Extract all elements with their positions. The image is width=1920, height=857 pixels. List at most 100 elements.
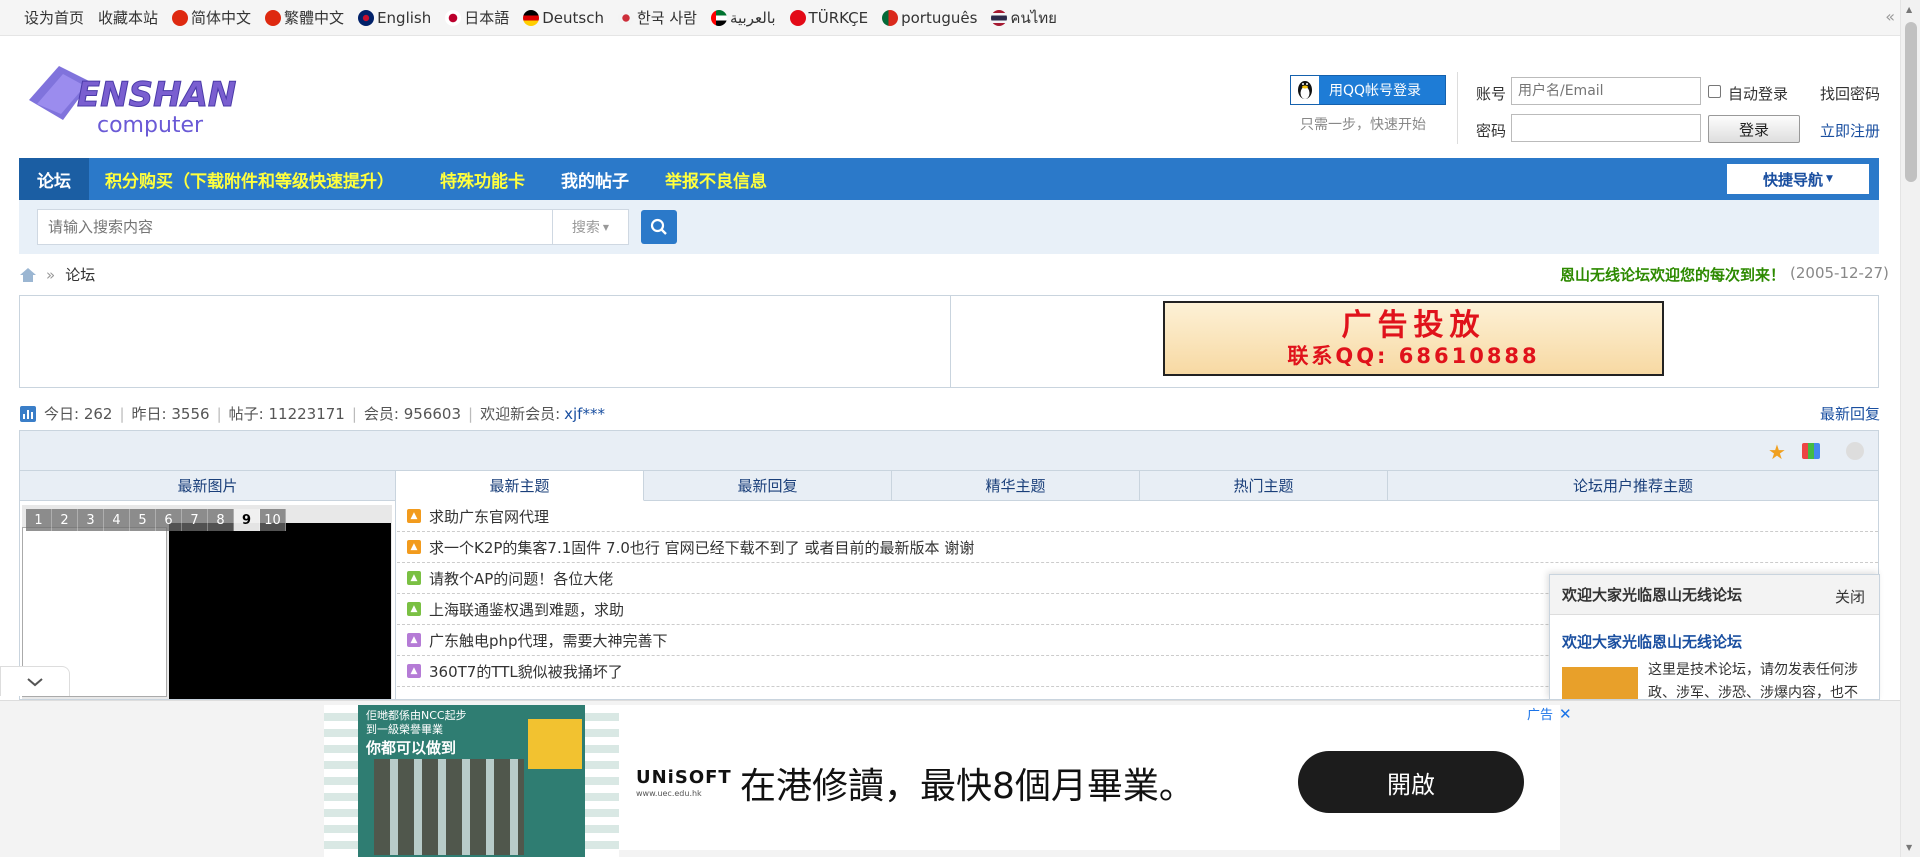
lang-zh-tw[interactable]: 繁體中文 [265,7,344,28]
site-logo[interactable]: ENSHAN computer [19,60,239,142]
ad-photo: 佢哋都係由NCC起步 到一級榮譽畢業 你都可以做到 [324,705,619,857]
stat-today: 262 [83,404,113,423]
ad-poster-people [374,759,524,855]
topic-icon: ▲ [407,602,421,616]
welcome-message: 恩山无线论坛欢迎您的每次到来！ [1560,266,1786,284]
lang-en[interactable]: English [358,9,431,27]
scroll-down-icon[interactable]: ▼ [1906,843,1912,852]
home-icon[interactable] [20,267,36,282]
latest-reply-link[interactable]: 最新回复 [1820,403,1880,424]
tab-latest-replies[interactable]: 最新回复 [644,471,892,501]
breadcrumb-current[interactable]: 论坛 [65,264,95,285]
nav-buy-points[interactable]: 积分购买（下载附件和等级快速提升） [89,158,412,200]
ad-open-button[interactable]: 開啟 [1298,751,1524,813]
auto-login-label: 自动登录 [1728,85,1789,103]
lang-de[interactable]: Deutsch [523,9,604,27]
topic-icon: ▲ [407,571,421,585]
lang-zh-cn[interactable]: 简体中文 [172,7,251,28]
stat-posts: 11223171 [268,404,345,423]
breadcrumb-separator: » [46,265,56,284]
notice-title-link[interactable]: 欢迎大家光临恩山无线论坛 [1562,631,1742,652]
search-input[interactable] [37,209,553,245]
qq-login-button[interactable]: 用QQ帐号登录 [1290,75,1446,105]
lang-ar[interactable]: بالعربية [710,9,776,27]
image-slide[interactable] [22,505,392,699]
notice-text: 这里是技术论坛，请勿发表任何涉政、涉军、涉恐、涉爆内容，也不 [1648,662,1858,700]
slide-pager: 1 2 3 4 5 6 7 8 9 10 [26,509,286,531]
set-homepage-link[interactable]: 设为首页 [24,7,84,28]
flag-pt-icon [882,9,899,26]
search-type-select[interactable]: 搜索 ▼ [553,209,629,245]
collapse-circle-icon[interactable] [1846,442,1864,460]
flag-th-icon [991,9,1008,26]
search-button[interactable] [641,210,677,244]
ad-label[interactable]: 广告 ✕ [1527,704,1572,724]
vertical-scrollbar[interactable]: ▲ ▼ [1900,0,1920,857]
double-chevron-left-icon[interactable]: ‹‹ [1885,7,1895,26]
main-nav: 论坛 积分购买（下载附件和等级快速提升） 特殊功能卡 我的帖子 举报不良信息 快… [19,158,1879,200]
ad-banner-title: 广告投放 [1341,307,1486,343]
tab-latest-topics[interactable]: 最新主题 [396,471,644,501]
ad-brand-url: www.uec.edu.hk [636,789,702,798]
slide-page[interactable]: 2 [52,509,78,531]
tab-hot-topics[interactable]: 热门主题 [1140,471,1388,501]
tab-latest-images[interactable]: 最新图片 [20,471,396,501]
scrollbar-thumb[interactable] [1905,22,1917,182]
latest-images-panel: 1 2 3 4 5 6 7 8 9 10 [20,501,396,699]
topic-icon: ▲ [407,540,421,554]
list-item[interactable]: ▲ 求助广东官网代理 [397,501,1878,532]
account-label: 账号 [1476,85,1507,103]
password-field[interactable] [1511,114,1701,142]
auto-login-checkbox[interactable] [1708,85,1721,98]
ad-divider [950,296,951,387]
enshan-logo-icon: ENSHAN computer [19,60,239,142]
slide-page[interactable]: 1 [26,509,52,531]
username-field[interactable] [1511,77,1701,105]
slide-page[interactable]: 5 [130,509,156,531]
quick-nav-button[interactable]: 快捷导航 ▼ [1727,164,1869,194]
tab-recommended[interactable]: 论坛用户推荐主题 [1388,471,1878,501]
search-icon [650,218,667,235]
close-icon[interactable]: ✕ [1559,705,1572,723]
lang-tr[interactable]: TÜRKÇE [789,9,868,27]
ad-banner-contact: 联系QQ: 68610888 [1287,343,1540,368]
ad-photo-strip [585,705,619,857]
lang-th[interactable]: คนไทย [991,6,1057,30]
forgot-password-link[interactable]: 找回密码 [1820,83,1880,104]
flag-jp-icon [445,9,462,26]
slide-page[interactable]: 4 [104,509,130,531]
bottom-ad-content[interactable]: 佢哋都係由NCC起步 到一級榮譽畢業 你都可以做到 UNiSOFT www.uec… [324,705,1560,857]
ad-banner[interactable]: 广告投放 联系QQ: 68610888 [1163,301,1664,376]
login-button[interactable]: 登录 [1708,115,1800,143]
colorful-grid-icon[interactable] [1802,443,1820,459]
list-item[interactable]: ▲ 求一个K2P的集客7.1固件 7.0也行 官网已经下载不到了 或者目前的最新版… [397,532,1878,563]
bookmark-link[interactable]: 收藏本站 [98,7,158,28]
slide-page[interactable]: 8 [208,509,234,531]
slide-page[interactable]: 3 [78,509,104,531]
collapse-toggle[interactable] [0,666,70,696]
slide-page[interactable]: 10 [260,509,286,531]
nav-special-cards[interactable]: 特殊功能卡 [412,158,543,200]
slide-page[interactable]: 7 [182,509,208,531]
nav-forum[interactable]: 论坛 [19,158,89,200]
nav-report[interactable]: 举报不良信息 [647,158,785,200]
register-link[interactable]: 立即注册 [1820,120,1880,141]
topic-icon: ▲ [407,633,421,647]
new-member-link[interactable]: xjf*** [564,405,605,423]
qq-penguin-icon [1291,76,1319,104]
caret-down-icon: ▼ [602,222,610,232]
flag-hk-icon [265,9,282,26]
flag-cn-icon [172,9,189,26]
slide-page[interactable]: 6 [156,509,182,531]
notice-close-button[interactable]: 关闭 [1835,586,1865,607]
nav-my-posts[interactable]: 我的帖子 [543,158,647,200]
star-icon[interactable]: ★ [1768,440,1786,464]
lang-ja[interactable]: 日本語 [445,7,509,28]
slide-page-active[interactable]: 9 [234,509,260,531]
lang-ko[interactable]: 한국 사람 [618,7,697,28]
welcome-notice-popup: 欢迎大家光临恩山无线论坛 关闭 欢迎大家光临恩山无线论坛 这里是技术论坛，请勿发… [1549,574,1880,700]
scroll-up-icon[interactable]: ▲ [1906,5,1912,14]
ad-headline: 在港修讀，最快8個月畢業。 [740,766,1195,807]
lang-pt[interactable]: português [882,9,977,27]
tab-featured-topics[interactable]: 精华主题 [892,471,1140,501]
